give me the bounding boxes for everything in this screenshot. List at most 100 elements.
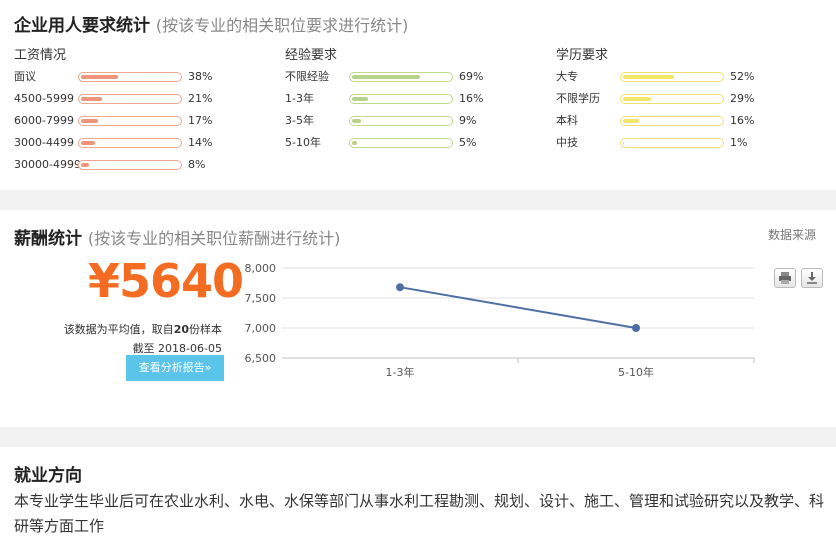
- print-button[interactable]: [774, 268, 796, 288]
- percent-bar-fill: [352, 75, 420, 79]
- percent-bar: [620, 72, 724, 82]
- percent-value: 69%: [459, 70, 484, 83]
- download-button[interactable]: [801, 268, 823, 288]
- view-report-button[interactable]: 查看分析报告»: [126, 355, 224, 381]
- requirement-row: 本科 16%: [556, 110, 816, 132]
- percent-value: 16%: [459, 92, 484, 105]
- salary-title-text: 薪酬统计: [14, 229, 82, 249]
- requirement-row: 1-3年 16%: [285, 88, 545, 110]
- percent-bar-fill: [352, 119, 361, 123]
- percent-bar-fill: [81, 141, 95, 145]
- column-heading: 经验要求: [285, 48, 338, 63]
- requirement-row: 3000-4499 14%: [14, 132, 274, 154]
- section-divider: [0, 190, 836, 210]
- requirement-label: 1-3年: [285, 92, 314, 105]
- percent-bar: [78, 72, 182, 82]
- percent-bar: [349, 138, 453, 148]
- x-tick-label: 1-3年: [386, 365, 415, 379]
- requirement-label: 不限学历: [556, 92, 600, 105]
- requirement-label: 30000-49999: [14, 158, 88, 171]
- section-divider: [0, 427, 836, 447]
- data-source-link[interactable]: 数据来源: [768, 226, 816, 243]
- percent-value: 38%: [188, 70, 213, 83]
- requirements-subtitle: (按该专业的相关职位要求进行统计): [155, 16, 409, 35]
- education-column: 学历要求 大专 52% 不限学历 29% 本科 16% 中技 1%: [556, 46, 816, 154]
- requirement-row: 中技 1%: [556, 132, 816, 154]
- requirement-label: 5-10年: [285, 136, 321, 149]
- percent-bar: [349, 72, 453, 82]
- requirement-row: 4500-5999 21%: [14, 88, 274, 110]
- salary-distribution-column: 工资情况 面议 38% 4500-5999 21% 6000-7999 17% 3000-4…: [14, 46, 274, 176]
- percent-bar: [620, 94, 724, 104]
- percent-value: 21%: [188, 92, 213, 105]
- y-tick-label: 7,000: [245, 322, 277, 335]
- career-section: 就业方向 本专业学生毕业后可在农业水利、水电、水保等部门从事水利工程勘测、规划、…: [0, 447, 836, 539]
- note-prefix: 该数据为平均值，取自: [63, 323, 174, 336]
- requirement-row: 不限学历 29%: [556, 88, 816, 110]
- percent-bar-fill: [81, 163, 89, 167]
- note-suffix: 份样本: [189, 323, 222, 336]
- percent-value: 29%: [730, 92, 755, 105]
- percent-bar-fill: [352, 97, 368, 101]
- career-title: 就业方向: [14, 466, 82, 486]
- requirement-row: 不限经验 69%: [285, 66, 545, 88]
- percent-value: 52%: [730, 70, 755, 83]
- data-point[interactable]: [396, 283, 404, 292]
- date-note: 截至 2018-06-05: [132, 342, 222, 355]
- x-tick-label: 5-10年: [618, 365, 654, 379]
- percent-value: 5%: [459, 136, 477, 149]
- salary-title: 薪酬统计 (按该专业的相关职位薪酬进行统计): [14, 224, 340, 249]
- percent-bar: [620, 116, 724, 126]
- requirement-row: 3-5年 9%: [285, 110, 545, 132]
- requirement-label: 中技: [556, 136, 578, 149]
- percent-bar-fill: [81, 75, 119, 79]
- sample-count: 20: [173, 323, 189, 336]
- salary-subtitle: (按该专业的相关职位薪酬进行统计): [87, 229, 341, 248]
- y-tick-label: 7,500: [245, 292, 277, 305]
- requirement-label: 3-5年: [285, 114, 314, 127]
- requirement-label: 3000-4499: [14, 136, 74, 149]
- percent-value: 9%: [459, 114, 477, 127]
- column-heading: 工资情况: [14, 48, 67, 63]
- print-icon: [779, 272, 791, 284]
- percent-value: 17%: [188, 114, 213, 127]
- percent-bar: [349, 94, 453, 104]
- download-icon: [807, 272, 817, 284]
- percent-bar: [78, 138, 182, 148]
- requirement-label: 面议: [14, 70, 36, 83]
- salary-line-chart: 8,000 7,500 7,000 6,500 1-3年 5-10年: [245, 262, 755, 379]
- requirement-row: 5-10年 5%: [285, 132, 545, 154]
- percent-bar-fill: [623, 75, 674, 79]
- requirements-title-text: 企业用人要求统计: [14, 16, 150, 36]
- percent-value: 8%: [188, 158, 206, 171]
- requirement-label: 不限经验: [285, 70, 329, 83]
- requirements-title: 企业用人要求统计 (按该专业的相关职位要求进行统计): [14, 11, 408, 36]
- requirement-label: 本科: [556, 114, 578, 127]
- percent-bar: [78, 94, 182, 104]
- column-heading: 学历要求: [556, 48, 609, 63]
- y-tick-label: 8,000: [245, 262, 277, 275]
- requirement-label: 大专: [556, 70, 578, 83]
- percent-bar-fill: [623, 141, 624, 145]
- percent-value: 1%: [730, 136, 748, 149]
- requirement-row: 面议 38%: [14, 66, 274, 88]
- career-description: 本专业学生毕业后可在农业水利、水电、水保等部门从事水利工程勘测、规划、设计、施工…: [14, 492, 825, 535]
- experience-column: 经验要求 不限经验 69% 1-3年 16% 3-5年 9% 5-10年 5%: [285, 46, 545, 154]
- requirement-label: 4500-5999: [14, 92, 74, 105]
- requirement-row: 6000-7999 17%: [14, 110, 274, 132]
- y-tick-label: 6,500: [245, 352, 277, 365]
- requirements-section: 企业用人要求统计 (按该专业的相关职位要求进行统计) 工资情况 面议 38% 450…: [0, 0, 836, 190]
- percent-value: 14%: [188, 136, 213, 149]
- average-salary: ¥5640: [88, 254, 244, 308]
- data-point[interactable]: [632, 324, 640, 332]
- percent-bar: [78, 116, 182, 126]
- percent-bar-fill: [623, 97, 652, 101]
- percent-bar-fill: [623, 119, 639, 123]
- percent-bar: [78, 160, 182, 170]
- series-line: [399, 286, 637, 329]
- percent-bar-fill: [81, 119, 98, 123]
- requirement-row: 30000-49999 8%: [14, 154, 274, 176]
- percent-bar-fill: [81, 97, 102, 101]
- requirement-row: 大专 52%: [556, 66, 816, 88]
- percent-bar: [620, 138, 724, 148]
